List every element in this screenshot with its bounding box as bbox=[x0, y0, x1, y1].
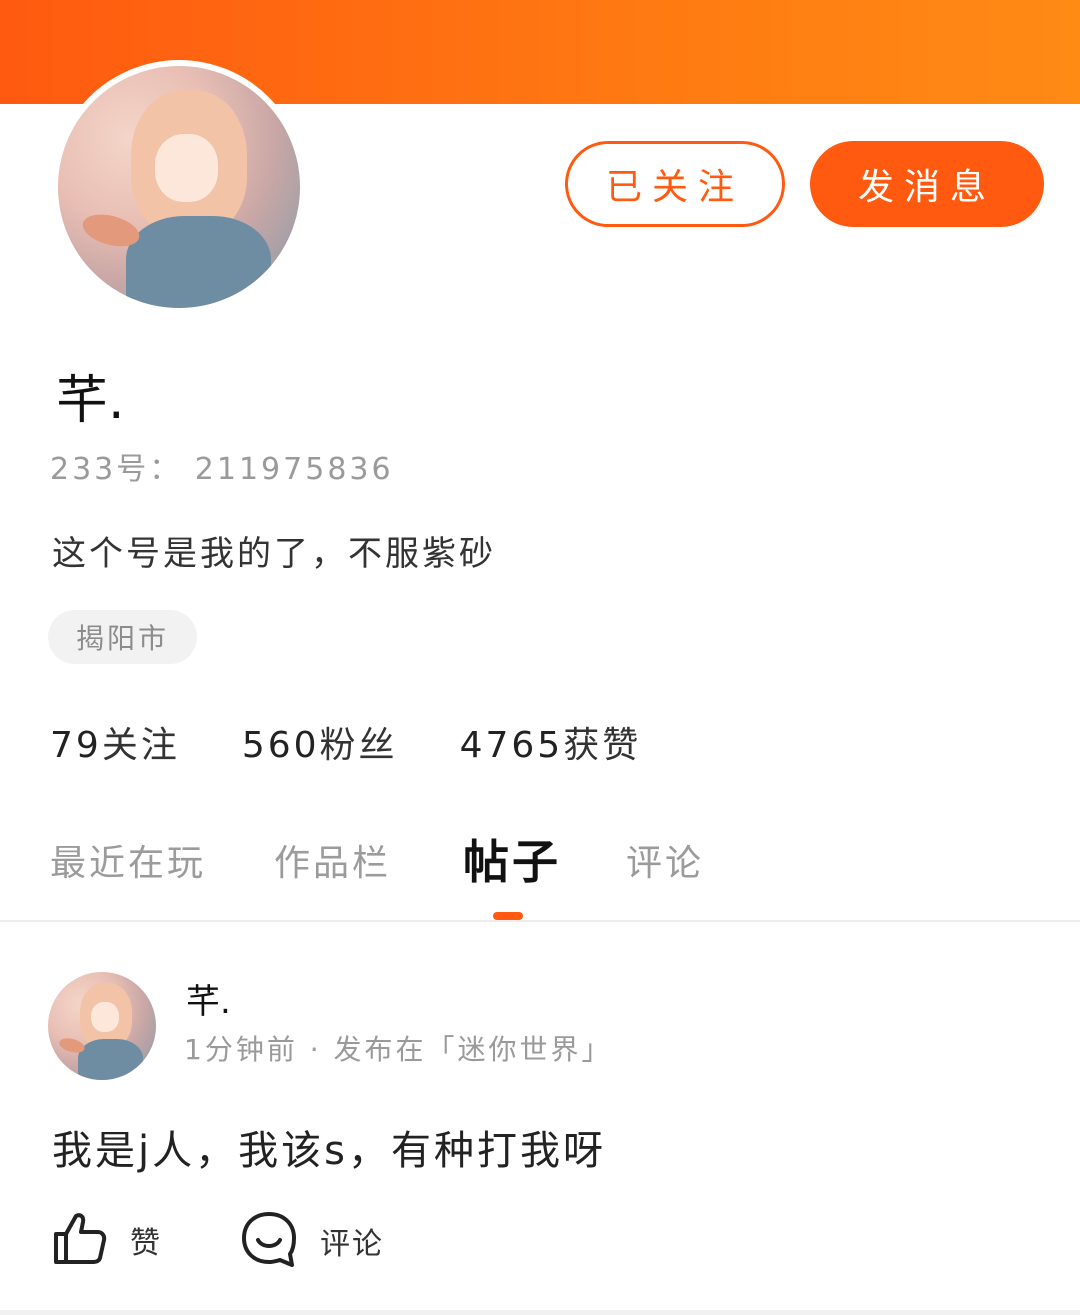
stat-fans-count: 560 bbox=[241, 725, 320, 766]
followed-button[interactable]: 已关注 bbox=[565, 141, 785, 227]
post-author-avatar[interactable] bbox=[48, 972, 156, 1080]
stat-likes[interactable]: 4765获赞 bbox=[460, 716, 642, 768]
tab-posts[interactable]: 帖子 bbox=[463, 826, 561, 892]
profile-uid: 233号： 211975836 bbox=[50, 452, 394, 487]
post-content[interactable]: 我是j人，我该s，有种打我呀 bbox=[52, 1118, 606, 1176]
like-button[interactable]: 赞 bbox=[52, 1210, 162, 1270]
stat-following-count: 79 bbox=[50, 725, 102, 766]
stat-fans[interactable]: 560粉丝 bbox=[242, 716, 398, 768]
post-meta: 1分钟前 · 发布在「迷你世界」 bbox=[184, 1033, 613, 1066]
avatar-image bbox=[58, 66, 300, 308]
like-label: 赞 bbox=[130, 1226, 162, 1261]
comment-label: 评论 bbox=[320, 1227, 384, 1262]
thumbs-up-icon bbox=[52, 1210, 108, 1270]
profile-tabs: 最近在玩 作品栏 帖子 评论 bbox=[0, 826, 1080, 922]
stat-following-label: 关注 bbox=[101, 725, 180, 766]
profile-nickname: 芊. bbox=[56, 371, 125, 431]
active-tab-indicator bbox=[493, 912, 523, 920]
location-tag: 揭阳市 bbox=[48, 610, 198, 664]
send-message-button[interactable]: 发消息 bbox=[810, 141, 1044, 227]
stat-likes-label: 获赞 bbox=[563, 725, 642, 766]
profile-bio: 这个号是我的了，不服紫砂 bbox=[52, 534, 496, 574]
profile-stats: 79关注 560粉丝 4765获赞 bbox=[50, 716, 703, 768]
stat-likes-count: 4765 bbox=[459, 725, 564, 766]
post-author-name[interactable]: 芊. bbox=[186, 974, 231, 1023]
comment-button[interactable]: 评论 bbox=[240, 1210, 384, 1272]
tab-works[interactable]: 作品栏 bbox=[274, 834, 391, 886]
post-avatar-image bbox=[48, 972, 156, 1080]
stat-fans-label: 粉丝 bbox=[319, 725, 398, 766]
tab-recently-played[interactable]: 最近在玩 bbox=[50, 834, 206, 886]
profile-avatar[interactable] bbox=[52, 60, 306, 314]
divider bbox=[0, 1310, 1080, 1315]
comment-bubble-icon bbox=[240, 1210, 298, 1272]
stat-following[interactable]: 79关注 bbox=[50, 716, 180, 768]
tab-comments[interactable]: 评论 bbox=[626, 834, 704, 886]
